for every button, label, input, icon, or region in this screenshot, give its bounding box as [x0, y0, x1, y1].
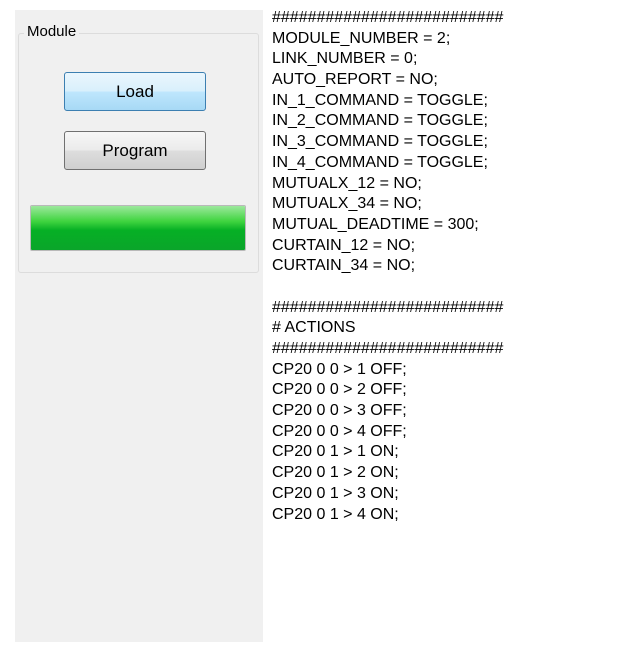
config-text-line: MUTUALX_34 = NO; — [272, 195, 422, 213]
config-text-line: IN_4_COMMAND = TOGGLE; — [272, 153, 488, 171]
config-text-line: CP20 0 1 > 2 ON; — [272, 464, 399, 482]
config-text-line: CP20 0 0 > 1 OFF; — [272, 360, 407, 378]
config-text-line: CP20 0 1 > 1 ON; — [272, 443, 399, 461]
module-group-title: Module — [24, 23, 80, 40]
config-text-line: IN_1_COMMAND = TOGGLE; — [272, 91, 488, 109]
config-text-line: CP20 0 0 > 2 OFF; — [272, 381, 407, 399]
config-text-line: MODULE_NUMBER = 2; — [272, 29, 451, 47]
config-text-line: ########################## — [272, 298, 504, 316]
config-text-line: CP20 0 0 > 3 OFF; — [272, 402, 407, 420]
config-text-line: CP20 0 1 > 3 ON; — [272, 484, 399, 502]
config-text-line: ########################## — [272, 340, 504, 357]
progress-bar — [30, 205, 246, 251]
config-text-line: IN_3_COMMAND = TOGGLE; — [272, 133, 488, 151]
program-button[interactable]: Program — [64, 131, 206, 170]
left-panel: Module Load Program — [15, 10, 263, 642]
config-text-line: ########################## — [272, 9, 504, 26]
config-text-line: MUTUAL_DEADTIME = 300; — [272, 215, 479, 233]
config-text-line: CP20 0 1 > 4 ON; — [272, 505, 399, 523]
config-text-line: CP20 0 0 > 4 OFF; — [272, 422, 407, 440]
config-text-line — [272, 277, 630, 298]
config-text-line: IN_2_COMMAND = TOGGLE; — [272, 112, 488, 130]
config-text-editor[interactable]: ########################## MODULE_NUMBER … — [272, 8, 630, 648]
config-text-line: MUTUALX_12 = NO; — [272, 174, 422, 192]
progress-bar-fill — [31, 206, 245, 250]
config-text-line: CURTAIN_12 = NO; — [272, 236, 416, 254]
config-text-line: # ACTIONS — [272, 319, 356, 337]
config-text-line: LINK_NUMBER = 0; — [272, 50, 418, 68]
load-button[interactable]: Load — [64, 72, 206, 111]
config-text-line: AUTO_REPORT = NO; — [272, 71, 438, 89]
config-text-line: CURTAIN_34 = NO; — [272, 257, 416, 275]
